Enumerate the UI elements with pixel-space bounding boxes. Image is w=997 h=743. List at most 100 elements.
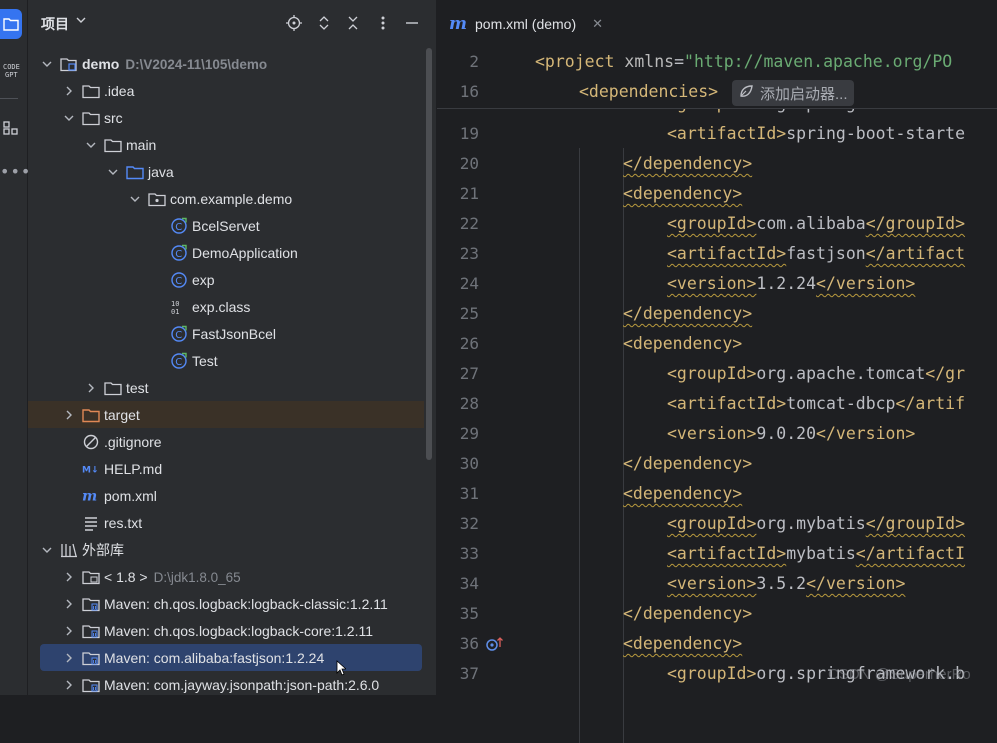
tree-item[interactable]: com.example.demo [28,185,424,212]
code-line[interactable]: 29 <version>9.0.20</version> [437,420,997,450]
code-token: <version> [667,424,757,443]
tree-item[interactable]: .idea [28,77,424,104]
tree-item[interactable]: C BcelServet [28,212,424,239]
tree-item-text: .gitignore [104,433,162,450]
code-line[interactable]: 24 <version>1.2.24</version> [437,270,997,300]
code-line[interactable]: 26 <dependency> [437,330,997,360]
tree-item[interactable]: test [28,374,424,401]
package-icon [148,190,166,208]
code-content: </dependency> [623,604,752,623]
tree-item[interactable]: C Test [28,347,424,374]
class-runnable-icon: C [170,352,188,370]
chevron-right-icon[interactable] [62,597,76,611]
chevron-right-icon[interactable] [62,624,76,638]
tree-item[interactable]: src [28,104,424,131]
code-line[interactable]: 32 <groupId>org.mybatis</groupId> [437,510,997,540]
collapse-all-icon[interactable] [343,12,363,34]
options-icon[interactable] [373,12,393,34]
chevron-down-icon[interactable] [40,57,54,71]
add-starters-hint[interactable]: 添加启动器... [732,80,854,106]
code-line[interactable]: 25 </dependency> [437,300,997,330]
chevron-down-icon[interactable] [106,165,120,179]
more-icon[interactable]: ••• [0,162,31,181]
code-line[interactable]: 16 <dependencies> [437,78,997,109]
tree-item[interactable]: Maven: ch.qos.logback:logback-classic:1.… [28,590,424,617]
code-area[interactable]: 18<groupId>org.springframework.b19<artif… [437,48,997,743]
code-gpt-icon[interactable]: CODE GPT [0,56,22,86]
override-gutter-icon[interactable] [485,636,505,656]
chevron-down-icon[interactable] [76,14,86,28]
chevron-right-icon[interactable] [62,678,76,692]
project-tool-icon[interactable] [0,9,22,39]
chevron-right-icon[interactable] [62,651,76,665]
chevron-down-icon[interactable] [62,111,76,125]
tree-item[interactable]: demo D:\V2024-11\105\demo [28,50,424,77]
tree-item-label: FastJsonBcel [192,326,276,342]
code-line[interactable]: 35 </dependency> [437,600,997,630]
tree-item-label: .idea [104,83,134,99]
tab-pom-xml[interactable]: m pom.xml (demo) ✕ [437,0,603,48]
tree-item[interactable]: Maven: com.alibaba:fastjson:1.2.24 [40,644,422,671]
tree-item[interactable]: Maven: ch.qos.logback:logback-core:1.2.1… [28,617,424,644]
tree-item[interactable]: C FastJsonBcel [28,320,424,347]
tree-item[interactable]: 外部库 [28,536,424,563]
code-token: <artifactId> [667,244,787,263]
class-runnable-icon: C [170,217,188,235]
project-panel: 项目 demo D:\V2024-11\105\demo .idea src main j… [28,0,436,695]
chevron-down-icon[interactable] [40,543,54,557]
code-line[interactable]: 28 <artifactId>tomcat-dbcp</artif [437,390,997,420]
tree-item[interactable]: 10 01 exp.class [28,293,424,320]
chevron-right-icon[interactable] [84,381,98,395]
tree-item-path: D:\jdk1.8.0_65 [153,569,241,585]
code-content: <version>3.5.2</version> [667,574,905,593]
chevron-down-icon[interactable] [84,138,98,152]
structure-icon[interactable] [0,113,22,143]
tree-item[interactable]: java [28,158,424,185]
editor-tab-bar: m pom.xml (demo) ✕ [437,0,997,49]
tree-item[interactable]: .gitignore [28,428,424,455]
tree-item-label: com.example.demo [170,191,292,207]
tree-item-text: exp [192,271,215,288]
tree-item[interactable]: M↓ HELP.md [28,455,424,482]
line-number: 34 [459,574,479,593]
tree-item-label: exp.class [192,299,250,315]
chevron-right-icon[interactable] [62,408,76,422]
tree-item[interactable]: < 1.8 > D:\jdk1.8.0_65 [28,563,424,590]
code-content: <artifactId>tomcat-dbcp</artif [667,394,965,413]
code-line[interactable]: 36 <dependency> [437,630,997,660]
code-line[interactable]: 27 <groupId>org.apache.tomcat</gr [437,360,997,390]
tree-item[interactable]: Cexp [28,266,424,293]
tree-item[interactable]: main [28,131,424,158]
folder-icon [82,82,100,100]
chevron-down-icon[interactable] [128,192,142,206]
tree-item[interactable]: Maven: com.jayway.jsonpath:json-path:2.6… [28,671,424,698]
code-line[interactable]: 22 <groupId>com.alibaba</groupId> [437,210,997,240]
chevron-right-icon[interactable] [62,84,76,98]
code-line[interactable]: 30 </dependency> [437,450,997,480]
tree-item[interactable]: m pom.xml [28,482,424,509]
code-token: <groupId> [667,514,757,533]
project-panel-title[interactable]: 项目 [41,14,69,34]
code-token: 9.0.20 [756,424,817,443]
code-line[interactable]: 19 <artifactId>spring-boot-starte [437,120,997,150]
code-line[interactable]: 21 <dependency> [437,180,997,210]
code-line[interactable]: 34 <version>3.5.2</version> [437,570,997,600]
svg-text:C: C [175,222,182,233]
code-line[interactable]: 2 <project xmlns="http://maven.apache.org… [437,48,997,79]
line-number: 20 [459,154,479,173]
code-line[interactable]: 31 <dependency> [437,480,997,510]
minimize-icon[interactable] [402,12,422,34]
tree-item[interactable]: res.txt [28,509,424,536]
tree-item[interactable]: target [28,401,424,428]
expand-all-icon[interactable] [314,12,334,34]
chevron-right-icon[interactable] [62,570,76,584]
project-scrollbar[interactable] [426,48,432,460]
code-line[interactable]: 20 </dependency> [437,150,997,180]
tree-item[interactable]: C DemoApplication [28,239,424,266]
tree-item-text: pom.xml [104,487,157,504]
code-content: <dependencies> [579,82,718,101]
close-icon[interactable]: ✕ [592,17,603,32]
code-line[interactable]: 23 <artifactId>fastjson</artifact [437,240,997,270]
code-line[interactable]: 33 <artifactId>mybatis</artifactI [437,540,997,570]
locate-icon[interactable] [284,12,304,34]
